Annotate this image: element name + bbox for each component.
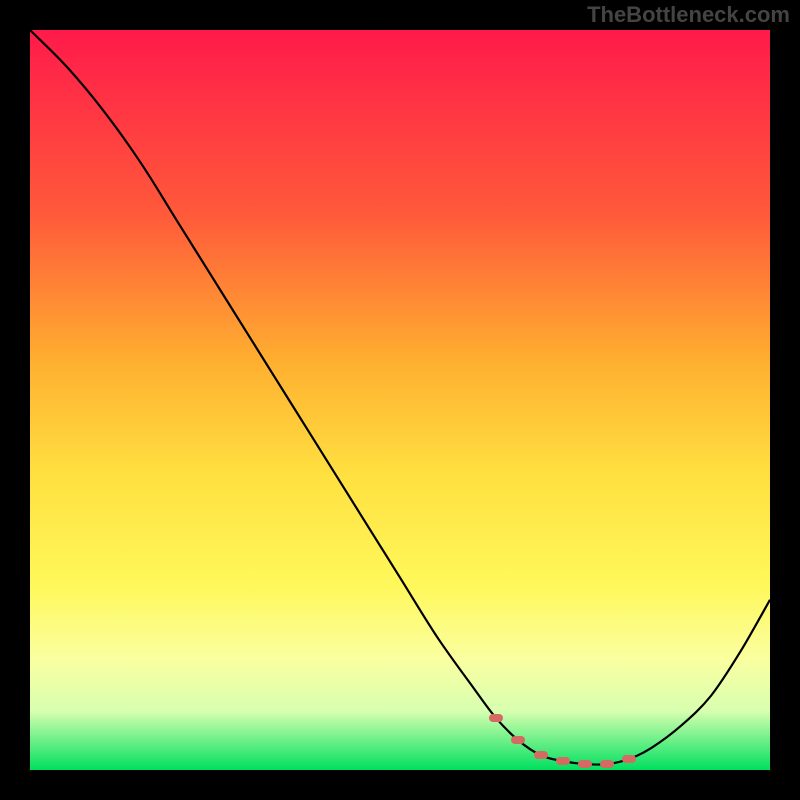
optimal-marker: [578, 760, 592, 768]
optimal-marker: [622, 755, 636, 763]
optimal-marker: [511, 736, 525, 744]
optimal-marker: [534, 751, 548, 759]
optimal-marker: [556, 757, 570, 765]
optimal-marker: [600, 760, 614, 768]
optimal-marker: [489, 714, 503, 722]
watermark-text: TheBottleneck.com: [587, 2, 790, 28]
chart-canvas: [30, 30, 770, 770]
optimal-zone-markers: [30, 30, 770, 770]
